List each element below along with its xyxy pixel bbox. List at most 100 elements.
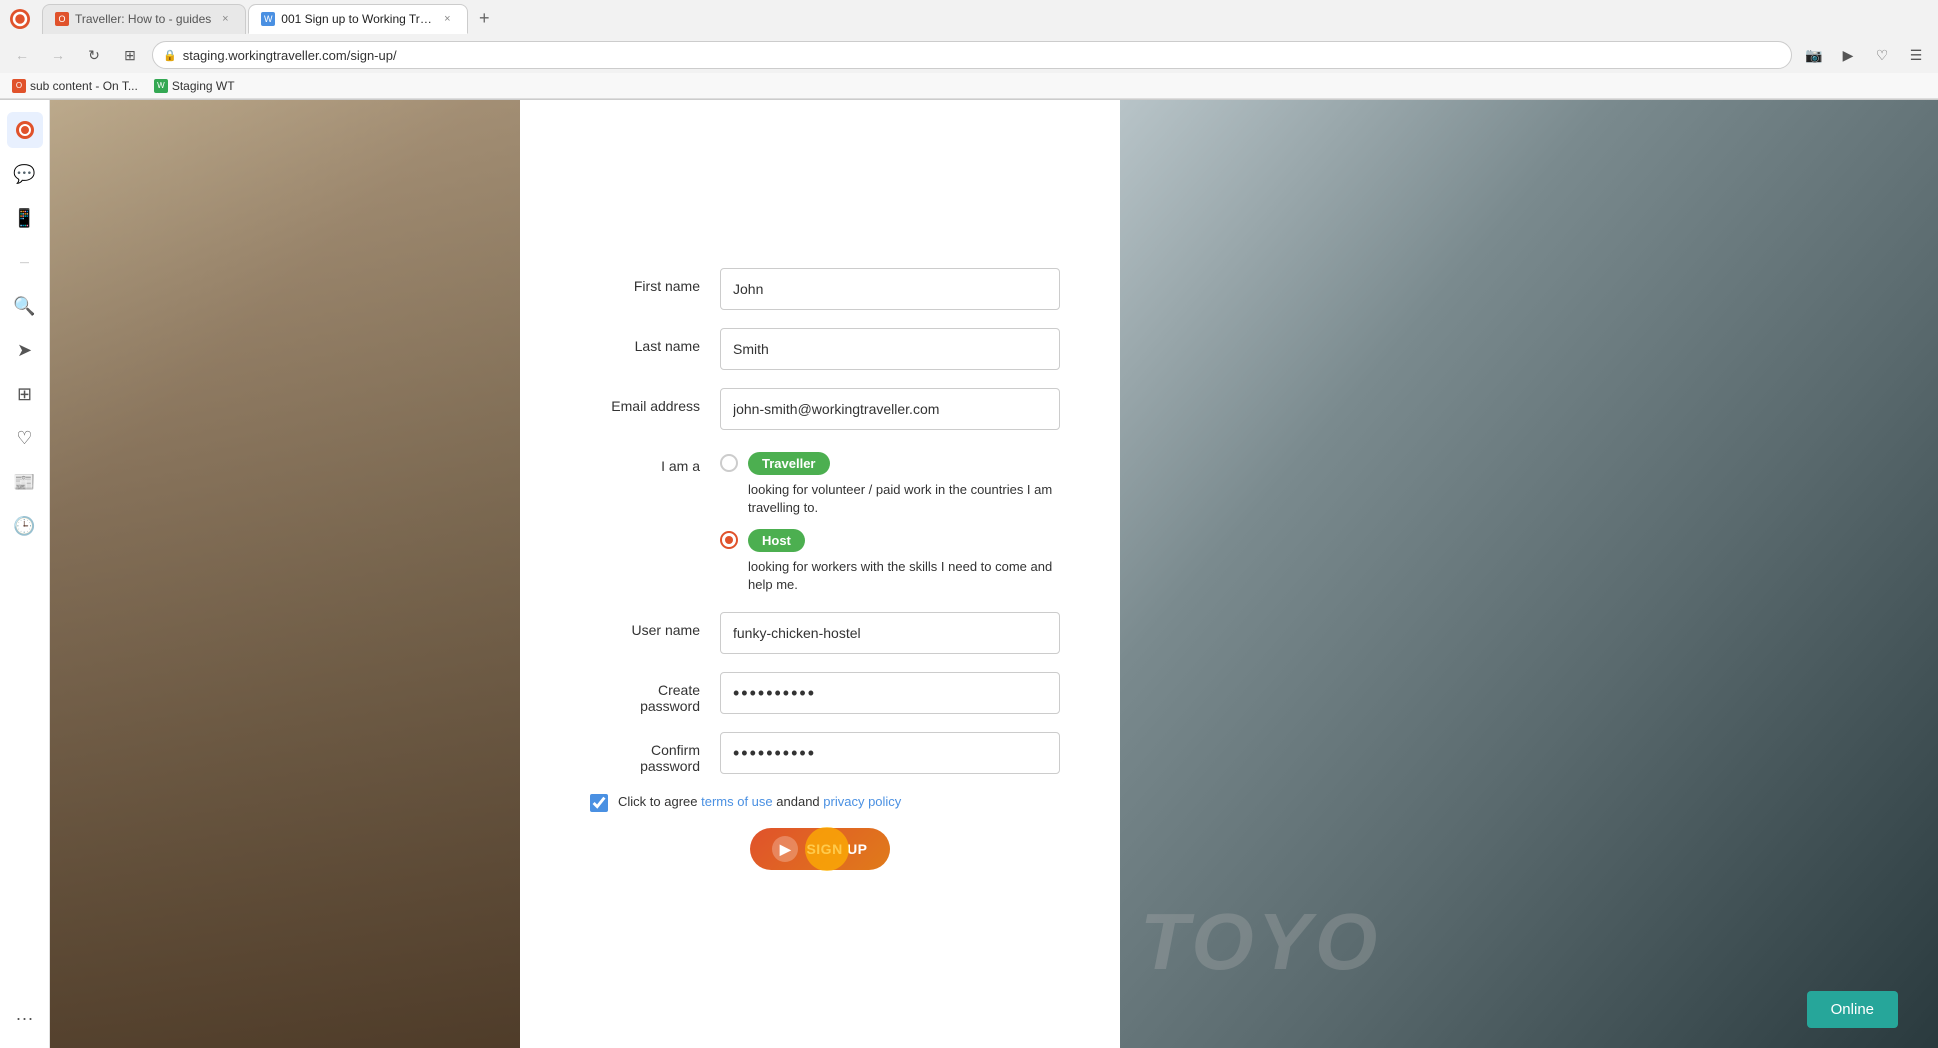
sidebar-opera[interactable] [7, 112, 43, 148]
browser-chrome: O Traveller: How to - guides × W 001 Sig… [0, 0, 1938, 100]
radio-group: Traveller looking for volunteer / paid w… [720, 448, 1060, 595]
last-name-input[interactable] [720, 328, 1060, 370]
tab1-favicon: O [55, 12, 69, 26]
sidebar-send[interactable]: ➤ [7, 332, 43, 368]
host-content: Host looking for workers with the skills… [748, 529, 1060, 594]
bookmarks-bar: O sub content - On T... W Staging WT [0, 73, 1938, 99]
create-password-row: Createpassword [580, 672, 1060, 714]
reload-button[interactable]: ↻ [80, 41, 108, 69]
signup-button-wrap: ▶ SIGN UP [580, 828, 1060, 870]
back-button[interactable]: ← [8, 41, 36, 69]
confirm-password-input-wrap [720, 732, 1060, 774]
privacy-link[interactable]: privacy policy [823, 794, 901, 809]
main-content: 💬 📱 — 🔍 ➤ ⊞ ♡ 📰 🕒 ··· First name [0, 100, 1938, 1048]
opera-logo [8, 7, 32, 31]
address-text: staging.workingtraveller.com/sign-up/ [183, 48, 1781, 63]
last-name-row: Last name [580, 328, 1060, 370]
sidebar-search[interactable]: 🔍 [7, 288, 43, 324]
toolbar-icons: 📷 ▶ ♡ ☰ [1800, 41, 1930, 69]
online-badge[interactable]: Online [1807, 991, 1898, 1028]
create-password-input[interactable] [720, 672, 1060, 714]
traveller-radio[interactable] [720, 454, 738, 472]
username-row: User name [580, 612, 1060, 654]
first-name-row: First name [580, 268, 1060, 310]
first-name-input[interactable] [720, 268, 1060, 310]
bookmark-sub-content[interactable]: O sub content - On T... [12, 79, 138, 93]
tab2-close[interactable]: × [439, 11, 455, 27]
sidebar-whatsapp[interactable]: 📱 [7, 200, 43, 236]
signup-form: First name Last name Email address [520, 248, 1120, 901]
terms-text: Click to agree [618, 794, 697, 809]
host-badge[interactable]: Host [748, 529, 805, 552]
confirm-password-label: Confirmpassword [580, 732, 720, 774]
role-label: I am a [580, 448, 720, 474]
bookmark1-label: sub content - On T... [30, 79, 138, 93]
bookmark2-favicon: W [154, 79, 168, 93]
background-left-image [50, 100, 520, 1048]
host-radio[interactable] [720, 531, 738, 549]
address-bar[interactable]: 🔒 staging.workingtraveller.com/sign-up/ [152, 41, 1792, 69]
role-options: Traveller looking for volunteer / paid w… [720, 448, 1060, 595]
lock-icon: 🔒 [163, 49, 177, 62]
sidebar-history[interactable]: 🕒 [7, 508, 43, 544]
tab2-favicon: W [261, 12, 275, 26]
cast-icon[interactable]: ▶ [1834, 41, 1862, 69]
sidebar-heart[interactable]: ♡ [7, 420, 43, 456]
traveller-option: Traveller looking for volunteer / paid w… [720, 452, 1060, 517]
traveller-row: Traveller [748, 452, 1060, 475]
signup-button[interactable]: ▶ SIGN UP [750, 828, 890, 870]
username-input[interactable] [720, 612, 1060, 654]
bookmark1-favicon: O [12, 79, 26, 93]
traveller-description: looking for volunteer / paid work in the… [748, 479, 1060, 517]
first-name-input-wrap [720, 268, 1060, 310]
new-tab-button[interactable]: + [470, 5, 498, 33]
terms-label: Click to agree terms of use andand priva… [618, 792, 901, 812]
sidebar-news[interactable]: 📰 [7, 464, 43, 500]
background-text: TOYO [1140, 896, 1381, 988]
role-row: I am a Traveller looking for volunt [580, 448, 1060, 595]
signup-button-label: SIGN UP [806, 841, 867, 857]
terms-checkbox[interactable] [590, 794, 608, 812]
tab1-label: Traveller: How to - guides [75, 12, 211, 26]
tab-traveller-guides[interactable]: O Traveller: How to - guides × [42, 4, 246, 34]
sidebar: 💬 📱 — 🔍 ➤ ⊞ ♡ 📰 🕒 ··· [0, 100, 50, 1048]
last-name-input-wrap [720, 328, 1060, 370]
tab1-close[interactable]: × [217, 11, 233, 27]
first-name-label: First name [580, 268, 720, 294]
email-row: Email address [580, 388, 1060, 430]
background-right-image: TOYO [1120, 100, 1938, 1048]
tab-signup[interactable]: W 001 Sign up to Working Tra... × [248, 4, 468, 34]
tab-bar: O Traveller: How to - guides × W 001 Sig… [0, 0, 1938, 38]
sidebar-messages[interactable]: 💬 [7, 156, 43, 192]
forward-button[interactable]: → [44, 41, 72, 69]
email-input[interactable] [720, 388, 1060, 430]
confirm-password-input[interactable] [720, 732, 1060, 774]
and-text: and [776, 794, 798, 809]
bookmark-staging-wt[interactable]: W Staging WT [154, 79, 235, 93]
signup-button-icon: ▶ [772, 836, 798, 862]
tab2-label: 001 Sign up to Working Tra... [281, 12, 433, 26]
page-wrapper: First name Last name Email address [50, 100, 1938, 1048]
create-password-input-wrap [720, 672, 1060, 714]
email-label: Email address [580, 388, 720, 414]
sidebar-apps[interactable]: ⊞ [7, 376, 43, 412]
menu-icon[interactable]: ☰ [1902, 41, 1930, 69]
home-button[interactable]: ⊞ [116, 41, 144, 69]
terms-link[interactable]: terms of use [701, 794, 773, 809]
create-password-label: Createpassword [580, 672, 720, 714]
sidebar-more[interactable]: ··· [7, 1000, 43, 1036]
username-input-wrap [720, 612, 1060, 654]
last-name-label: Last name [580, 328, 720, 354]
sidebar-divider1: — [7, 244, 43, 280]
host-description: looking for workers with the skills I ne… [748, 556, 1060, 594]
email-input-wrap [720, 388, 1060, 430]
host-row: Host [748, 529, 1060, 552]
form-area: First name Last name Email address [520, 100, 1120, 1048]
address-bar-row: ← → ↻ ⊞ 🔒 staging.workingtraveller.com/s… [0, 38, 1938, 74]
bookmark2-label: Staging WT [172, 79, 235, 93]
confirm-password-row: Confirmpassword [580, 732, 1060, 774]
traveller-badge[interactable]: Traveller [748, 452, 830, 475]
host-option: Host looking for workers with the skills… [720, 529, 1060, 594]
bookmark-icon[interactable]: ♡ [1868, 41, 1896, 69]
screenshot-icon[interactable]: 📷 [1800, 41, 1828, 69]
